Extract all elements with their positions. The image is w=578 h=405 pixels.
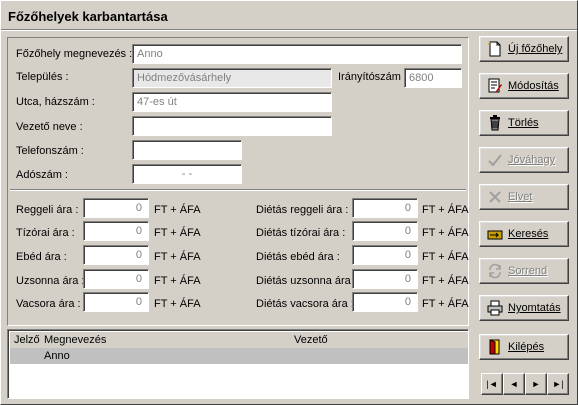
delete-button[interactable]: Törlés	[479, 110, 569, 136]
trash-icon	[486, 114, 504, 132]
section-divider	[10, 189, 466, 191]
city-label: Település :	[16, 71, 69, 83]
last-record-icon: ►|	[552, 379, 564, 389]
locations-grid[interactable]: Jelző Megnevezés Vezető Anno	[7, 329, 469, 399]
street-label: Utca, házszám :	[16, 96, 95, 108]
currency-label: FT + ÁFA	[154, 251, 201, 263]
zip-label: Irányítószám :	[338, 71, 408, 83]
title-separator	[1, 29, 577, 31]
modify-button[interactable]: Módosítás	[479, 73, 569, 99]
diet-lunch-price-label: Diétás ebéd ára :	[256, 251, 340, 263]
zip-field[interactable]: 6800	[404, 68, 462, 88]
diet-lunch-price-field[interactable]: 0	[352, 245, 418, 265]
grid-header: Jelző Megnevezés Vezető	[10, 332, 468, 348]
column-header-flag[interactable]: Jelző	[14, 334, 40, 346]
cancel-x-icon	[486, 188, 504, 206]
print-button[interactable]: Nyomtatás	[479, 295, 569, 321]
form-panel: Főzőhely megnevezés : Anno Település : H…	[7, 37, 469, 326]
first-record-icon: |◄	[486, 379, 498, 389]
diet-snack-price-label: Diétás tízórai ára :	[256, 227, 346, 239]
leader-field[interactable]	[132, 116, 332, 136]
name-label: Főzőhely megnevezés :	[16, 48, 133, 60]
next-record-button[interactable]: ►	[525, 373, 547, 395]
title-bar: Főzőhelyek karbantartása	[1, 1, 577, 29]
window-title: Főzőhelyek karbantartása	[8, 9, 168, 24]
currency-label: FT + ÁFA	[422, 275, 469, 287]
exit-button[interactable]: Kilépés	[479, 334, 569, 360]
lunch-price-field[interactable]: 0	[83, 245, 149, 265]
phone-label: Telefonszám :	[16, 145, 84, 157]
column-header-leader[interactable]: Vezető	[294, 334, 328, 346]
new-document-icon	[486, 40, 504, 58]
diet-dinner-price-field[interactable]: 0	[352, 292, 418, 312]
currency-label: FT + ÁFA	[422, 227, 469, 239]
diet-dinner-price-label: Diétás vacsora ára :	[256, 298, 354, 310]
name-field[interactable]: Anno	[132, 44, 462, 64]
snack-price-field[interactable]: 0	[83, 221, 149, 241]
tax-field[interactable]: - -	[132, 164, 242, 184]
currency-label: FT + ÁFA	[154, 227, 201, 239]
column-header-name[interactable]: Megnevezés	[44, 334, 106, 346]
last-record-button[interactable]: ►|	[547, 373, 569, 395]
exit-door-icon	[486, 338, 504, 356]
currency-label: FT + ÁFA	[154, 275, 201, 287]
previous-record-icon: ◄	[509, 379, 519, 389]
search-button[interactable]: Keresés	[479, 221, 569, 247]
printer-icon	[486, 299, 504, 317]
order-button[interactable]: Sorrend	[479, 258, 569, 284]
dinner-price-label: Vacsora ára :	[16, 298, 81, 310]
next-record-icon: ►	[531, 379, 541, 389]
new-location-button[interactable]: Új főzőhely	[479, 36, 569, 62]
breakfast-price-label: Reggeli ára :	[16, 204, 79, 216]
previous-record-button[interactable]: ◄	[503, 373, 525, 395]
currency-label: FT + ÁFA	[422, 204, 469, 216]
diet-snack-price-field[interactable]: 0	[352, 221, 418, 241]
checkmark-icon	[486, 151, 504, 169]
currency-label: FT + ÁFA	[154, 204, 201, 216]
discard-button[interactable]: Elvet	[479, 184, 569, 210]
edit-document-icon	[486, 77, 504, 95]
row-name: Anno	[44, 350, 70, 362]
diet-breakfast-price-label: Diétás reggeli ára :	[256, 204, 349, 216]
afternoon-price-field[interactable]: 0	[83, 269, 149, 289]
lunch-price-label: Ebéd ára :	[16, 251, 67, 263]
dinner-price-field[interactable]: 0	[83, 292, 149, 312]
currency-label: FT + ÁFA	[422, 298, 469, 310]
diet-breakfast-price-field[interactable]: 0	[352, 198, 418, 218]
breakfast-price-field[interactable]: 0	[83, 198, 149, 218]
main-window: Főzőhelyek karbantartása Főzőhely megnev…	[0, 0, 578, 405]
diet-afternoon-price-field[interactable]: 0	[352, 269, 418, 289]
currency-label: FT + ÁFA	[422, 251, 469, 263]
phone-field[interactable]	[132, 140, 242, 160]
tax-label: Adószám :	[16, 169, 68, 181]
city-field[interactable]: Hódmezővásárhely	[132, 68, 332, 88]
approve-button[interactable]: Jóváhagy	[479, 147, 569, 173]
street-field[interactable]: 47-es út	[132, 92, 332, 112]
afternoon-price-label: Uzsonna ára :	[16, 275, 85, 287]
diet-afternoon-price-label: Diétás uzsonna ára :	[256, 275, 357, 287]
first-record-button[interactable]: |◄	[481, 373, 503, 395]
currency-label: FT + ÁFA	[154, 298, 201, 310]
leader-label: Vezető neve :	[16, 121, 83, 133]
snack-price-label: Tízórai ára :	[16, 227, 75, 239]
refresh-icon	[486, 262, 504, 280]
table-row[interactable]: Anno	[10, 348, 468, 364]
search-pointer-icon	[486, 225, 504, 243]
